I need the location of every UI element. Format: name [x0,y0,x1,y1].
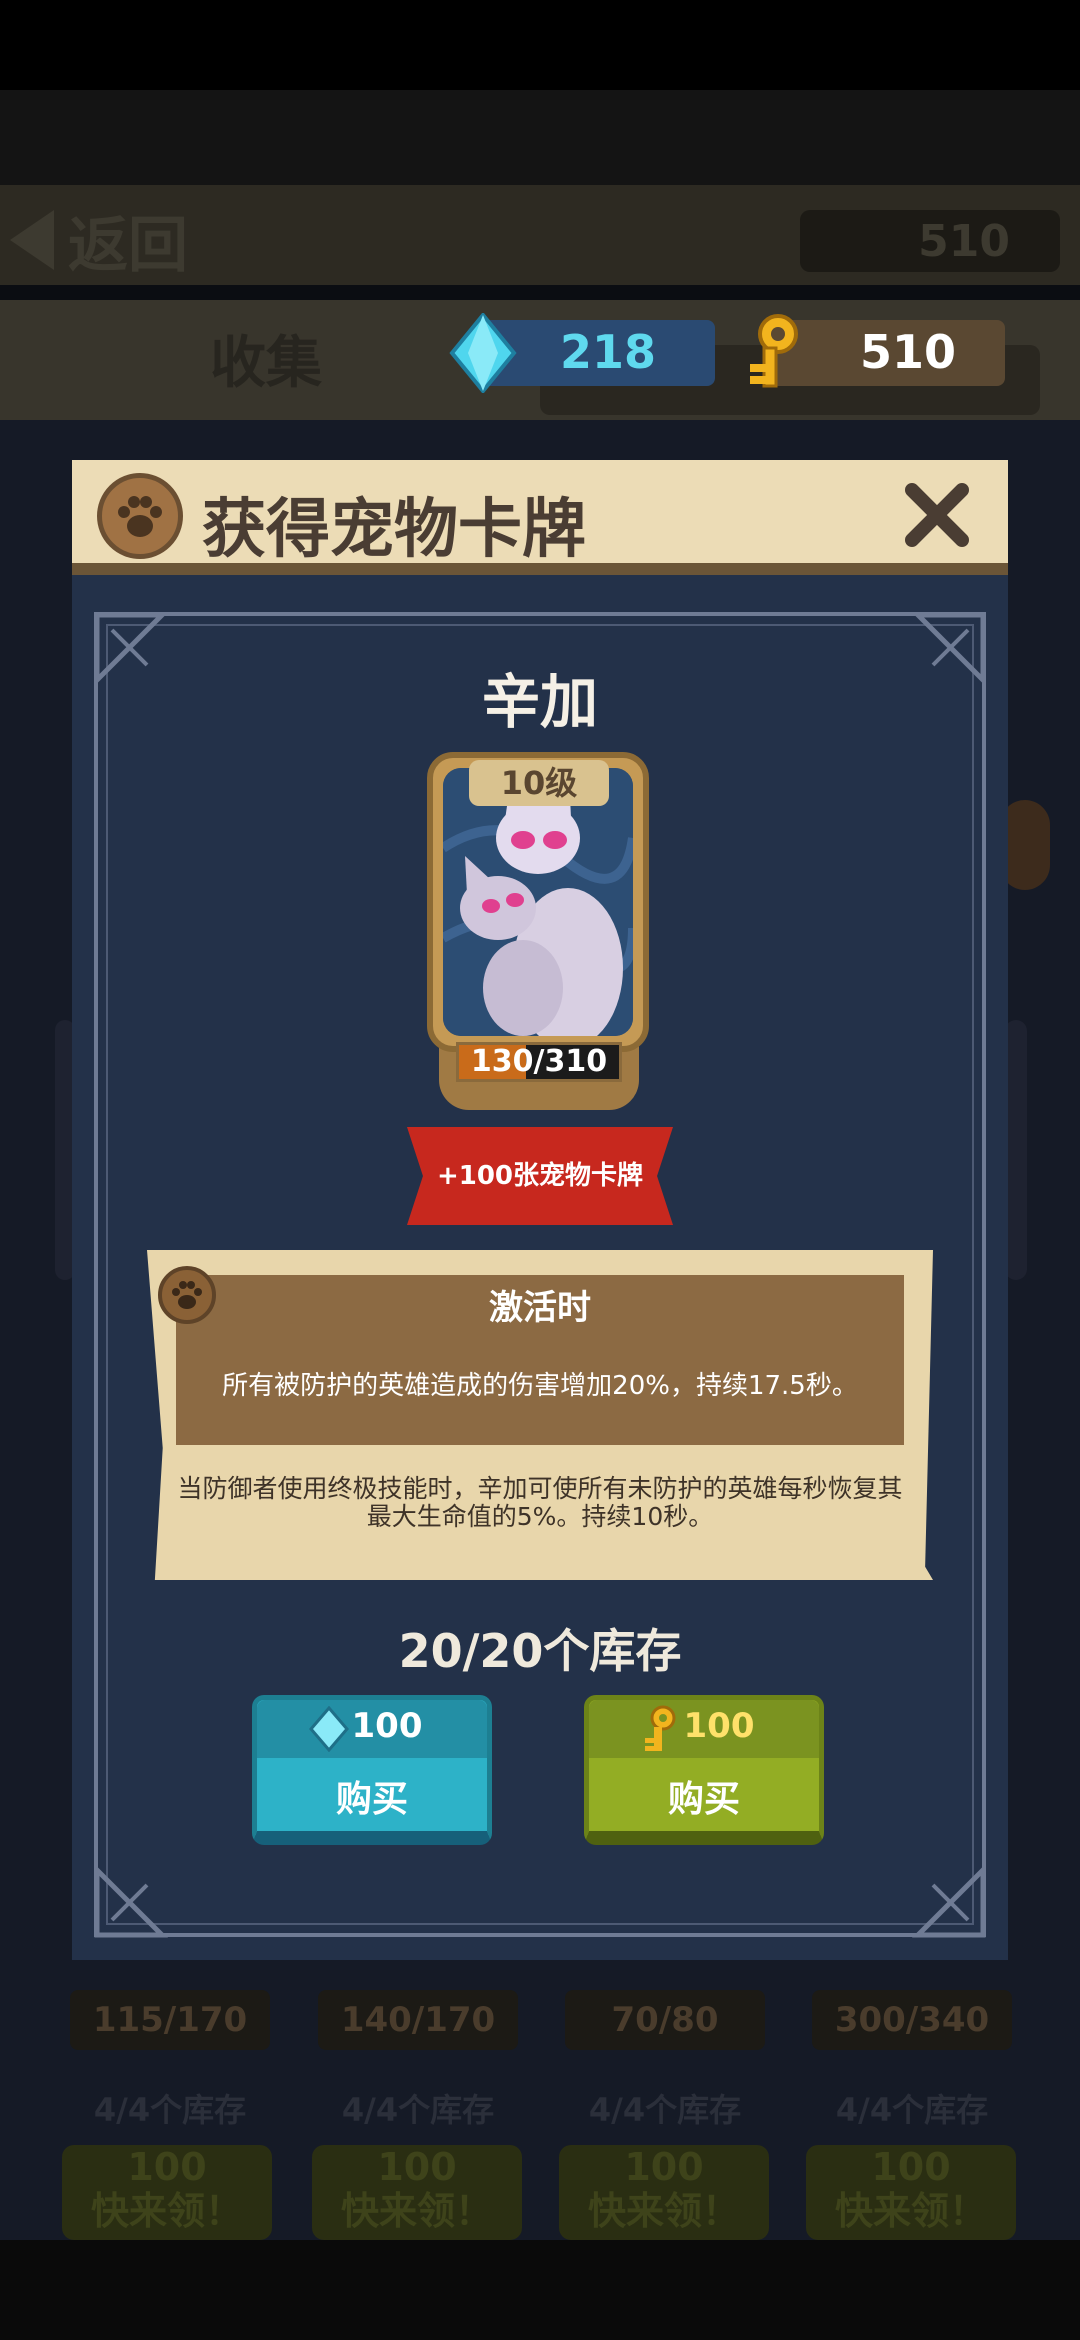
reward-ribbon: +100张宠物卡牌 [407,1127,673,1225]
active-skill-title: 激活时 [489,1288,591,1328]
bg-card-stock: 4/4个库存 [341,2091,495,2129]
bg-claim-price: 100 [871,2145,951,2189]
modal-title: 获得宠物卡牌 [202,493,586,567]
status-bar [0,0,1080,90]
bg-claim-label: 快来领！ [834,2189,987,2233]
buy-gem-price: 100 [351,1706,423,1746]
bg-claim-price: 100 [127,2145,207,2189]
back-arrow-icon [10,210,54,270]
bg-key-counter: 510 [800,210,1060,272]
bg-card-stock: 4/4个库存 [588,2091,742,2129]
card-progress-text: 130/310 [470,1044,608,1079]
bg-claim-button[interactable]: 100 快来领！ [559,2145,769,2240]
key-count: 510 [860,325,957,379]
reward-ribbon-text: +100张宠物卡牌 [436,1161,644,1191]
bg-card-progress: 300/340 [812,1990,1012,2050]
tab-collection[interactable]: 收集 [210,318,322,399]
corner-ornament-icon [94,1863,169,1938]
buy-key-price: 100 [683,1706,755,1746]
bg-claim-button[interactable]: 100 快来领！ [806,2145,1016,2240]
stock-count: 20/20个库存 [398,1624,682,1678]
buy-with-keys-button[interactable]: 100 购买 [584,1695,824,1845]
pet-name: 辛加 [481,668,598,736]
bg-claim-label: 快来领！ [90,2189,243,2233]
bg-card-stock: 4/4个库存 [835,2091,989,2129]
buy-gem-label: 购买 [335,1779,408,1820]
bg-claim-button[interactable]: 100 快来领！ [62,2145,272,2240]
card-progress-bar: 130/310 [456,1042,622,1082]
corner-ornament-icon [911,1863,986,1938]
bg-card-progress: 140/170 [318,1990,518,2050]
buy-key-label: 购买 [667,1779,740,1820]
bg-claim-label: 快来领！ [340,2189,493,2233]
bg-card-progress: 70/80 [565,1990,765,2050]
bg-claim-price: 100 [624,2145,704,2189]
bg-claim-price: 100 [377,2145,457,2189]
bg-key-value: 510 [918,215,1010,267]
bg-bottom-bar [0,2240,1080,2340]
gem-count: 218 [560,325,657,379]
bg-side-card-right [1005,1020,1027,1280]
active-skill-description: 所有被防护的英雄造成的伤害增加20%，持续17.5秒。 [222,1371,858,1401]
pet-card-modal: 获得宠物卡牌 辛加 10级 130/310 +100张宠物卡牌 激活时 所有被防… [72,460,1008,1960]
card-level-badge: 10级 [469,760,609,806]
bg-header-strip [0,90,1080,190]
back-button[interactable]: 返回 [10,200,188,281]
pet-portrait [443,768,633,1036]
bg-card-progress: 115/170 [70,1990,270,2050]
paw-icon [97,473,183,559]
bg-claim-label: 快来领！ [587,2189,740,2233]
key-icon [750,314,798,388]
passive-skill-description: 当防御者使用终极技能时，辛加可使所有未防护的英雄每秒恢复其最大生命值的5%。持续… [177,1474,903,1531]
back-label: 返回 [68,210,188,281]
buy-with-gems-button[interactable]: 100 购买 [252,1695,492,1845]
modal-header: 获得宠物卡牌 [72,460,1008,575]
gem-icon [449,313,517,393]
bg-card-stock: 4/4个库存 [93,2091,247,2129]
close-icon[interactable] [902,480,972,550]
bg-claim-button[interactable]: 100 快来领！ [312,2145,522,2240]
